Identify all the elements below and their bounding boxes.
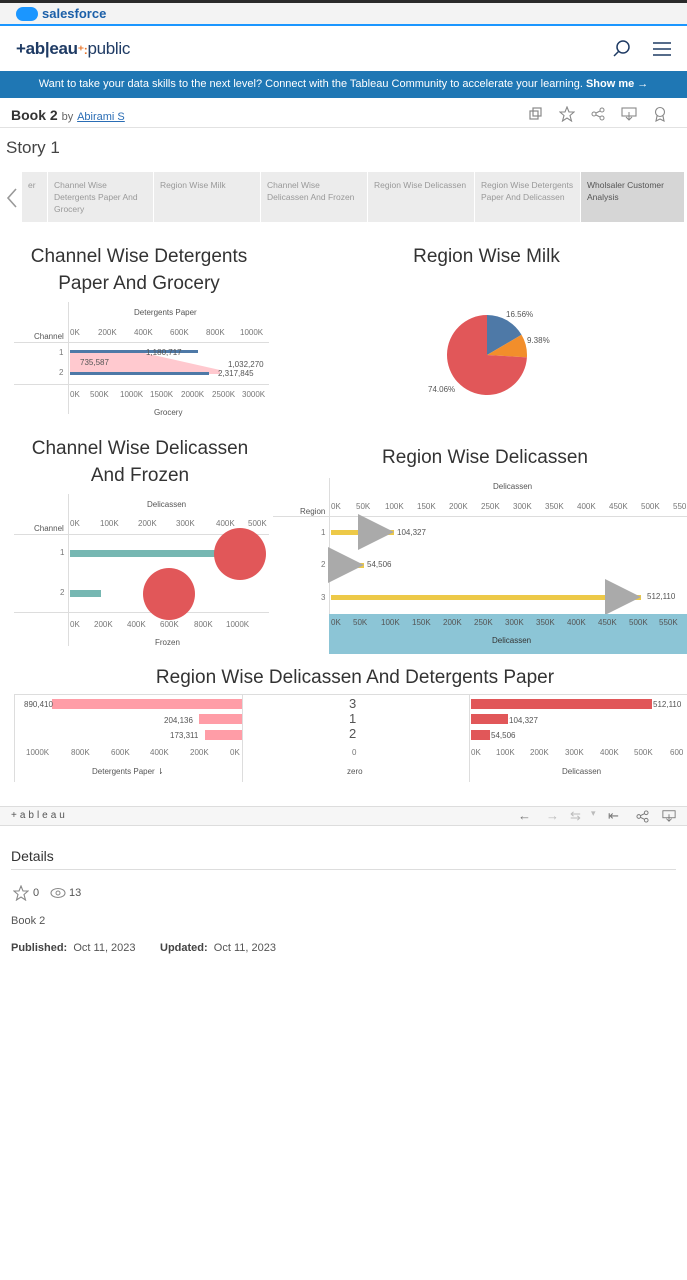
tableau-public-logo[interactable]: +ab|eau⁺:public xyxy=(16,39,130,59)
chevron-down-icon[interactable]: ▾ xyxy=(591,808,596,819)
views-count: 13 xyxy=(69,887,82,899)
chart-channel-delicassen-frozen: Delicassen Channel 0K 100K 200K 300K 400… xyxy=(14,492,269,652)
story-point[interactable]: Region Wise Delicassen xyxy=(368,172,475,222)
reset-icon[interactable]: ⇤ xyxy=(608,808,619,824)
published-info: Published: Oct 11, 2023 xyxy=(11,942,136,954)
salesforce-cloud-icon xyxy=(16,6,38,21)
chart-region-delicassen-detergents: 890,410 204,136 173,311 1000K 800K 600K … xyxy=(14,694,687,782)
revert-icon[interactable]: ⇆ xyxy=(570,808,581,824)
story-point[interactable]: Region Wise Milk xyxy=(154,172,261,222)
pie-label: 9.38% xyxy=(527,336,550,345)
story-point[interactable]: Channel Wise Delicassen And Frozen xyxy=(261,172,368,222)
star-icon[interactable] xyxy=(559,106,575,122)
details-heading: Details xyxy=(11,848,54,864)
redo-icon[interactable]: → xyxy=(546,808,559,823)
tableau-header: +ab|eau⁺:public xyxy=(0,28,687,70)
bar-detergents-2 xyxy=(205,730,242,740)
menu-icon[interactable] xyxy=(652,40,672,58)
bar-detergents-1 xyxy=(199,714,242,724)
search-icon[interactable] xyxy=(612,39,632,59)
circle-frozen-1 xyxy=(214,528,266,580)
chart-title: Region Wise Milk xyxy=(413,246,560,267)
bar-grocery-2 xyxy=(70,372,209,375)
star-icon[interactable] xyxy=(13,885,29,901)
chart-title: Channel Wise Detergents Paper And Grocer… xyxy=(30,246,248,294)
book-title: Book 2 by Abirami S xyxy=(11,107,125,123)
chart-title: Region Wise Delicassen And Detergents Pa… xyxy=(155,667,555,688)
bar-detergents-3 xyxy=(52,699,242,709)
promo-banner: Want to take your data skills to the nex… xyxy=(0,71,687,98)
bar-delicassen-3 xyxy=(471,699,652,709)
salesforce-bar: salesforce xyxy=(0,0,687,26)
triangle-marks xyxy=(328,514,641,615)
pie-label: 16.56% xyxy=(506,310,534,319)
salesforce-logo[interactable]: salesforce xyxy=(16,6,106,21)
chart-title: Channel Wise Delicassen And Frozen xyxy=(31,438,249,486)
favorites-count: 0 xyxy=(33,887,40,899)
viz-toolbar: +ableau ← → ⇆ ▾ ⇤ xyxy=(0,806,687,826)
undo-icon[interactable]: ← xyxy=(518,808,531,823)
triangle-mark xyxy=(605,579,641,615)
story-title: Story 1 xyxy=(6,138,60,157)
author-link[interactable]: Abirami S xyxy=(77,111,125,123)
triangle-mark xyxy=(328,547,364,583)
story-point[interactable]: er xyxy=(22,172,48,222)
circle-frozen-2 xyxy=(142,568,195,620)
bar-delicassen-2 xyxy=(70,590,101,597)
row-labels: 3 1 2 xyxy=(349,696,357,741)
chart-title: Region Wise Delicassen xyxy=(382,447,588,468)
story-point-active[interactable]: Wholsaler Customer Analysis xyxy=(581,172,685,222)
bar-delicassen-2 xyxy=(471,730,490,740)
axis-detergents-paper: Detergents Paper ⇂ xyxy=(92,767,164,776)
tableau-logo[interactable]: +ableau xyxy=(11,810,68,821)
chart-channel-detergents-grocery: Detergents Paper Channel 0K 200K 400K 60… xyxy=(14,300,269,424)
bar-delicassen-1 xyxy=(471,714,508,724)
bar-delicassen-1 xyxy=(70,550,220,557)
story-navigator: er Channel Wise Detergents Paper And Gro… xyxy=(0,172,687,222)
story-point[interactable]: Region Wise Detergents Paper And Delicas… xyxy=(475,172,581,222)
triangle-mark xyxy=(358,514,394,550)
download-icon[interactable] xyxy=(621,106,637,122)
book-bar: Book 2 by Abirami S xyxy=(0,100,687,128)
show-me-link[interactable]: Show me → xyxy=(586,78,648,90)
copy-icon[interactable] xyxy=(529,107,543,121)
share-icon[interactable] xyxy=(636,810,649,823)
sort-icon[interactable]: ⇂ xyxy=(157,767,164,776)
book-name: Book 2 xyxy=(11,915,46,927)
axis-band: 0K 50K 100K 150K 200K 250K 300K 350K 400… xyxy=(329,614,687,654)
pie-label: 74.06% xyxy=(428,385,456,394)
download-icon[interactable] xyxy=(662,809,676,823)
eye-icon xyxy=(50,887,66,899)
pie-chart-region-milk xyxy=(446,315,527,395)
share-icon[interactable] xyxy=(591,107,605,121)
story-point[interactable]: Channel Wise Detergents Paper And Grocer… xyxy=(48,172,154,222)
badge-icon[interactable] xyxy=(652,106,668,122)
updated-info: Updated: Oct 11, 2023 xyxy=(160,942,276,954)
chart-region-delicassen: Delicassen Region 0K 50K 100K 150K 200K … xyxy=(273,476,687,656)
chevron-left-icon[interactable] xyxy=(6,187,18,209)
